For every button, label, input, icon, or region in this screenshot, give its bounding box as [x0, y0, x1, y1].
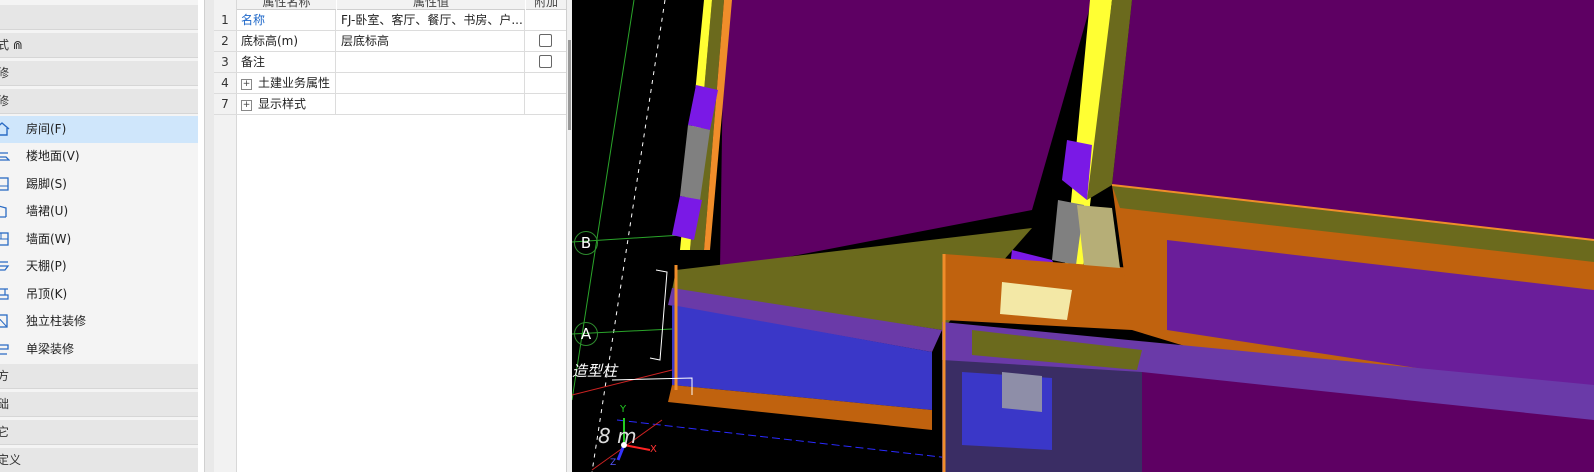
axis-label-a[interactable]: A	[574, 322, 598, 346]
tree-group-header[interactable]: 方	[0, 364, 198, 389]
column-finish-icon	[0, 314, 8, 328]
tree-group-header[interactable]: 式 ⋒	[0, 33, 198, 58]
component-label: 造型柱	[572, 362, 618, 380]
property-value-input[interactable]: FJ-卧室、客厅、餐厅、书房、户...	[337, 10, 525, 30]
skirting-icon	[0, 177, 9, 191]
extra-cell	[526, 94, 566, 114]
gizmo-z-label: Z	[610, 458, 617, 468]
tree-group-decoration[interactable]: 修	[0, 89, 198, 114]
axis-label-b[interactable]: B	[574, 231, 598, 255]
tree-item-room[interactable]: 房间(F)	[0, 116, 198, 143]
extra-cell	[526, 10, 566, 30]
row-number: 3	[214, 52, 237, 72]
tree-item-label: 房间(F)	[26, 122, 67, 136]
table-row[interactable]: 7 + 显示样式	[214, 94, 566, 115]
wall-surface-icon	[0, 232, 9, 246]
row-number: 7	[214, 94, 237, 114]
extra-cell	[526, 73, 566, 93]
tree-item-suspended-ceiling[interactable]: 吊顶(K)	[0, 281, 198, 308]
tree-item-skirting[interactable]: 踢脚(S)	[0, 171, 198, 198]
property-name[interactable]: 名称	[237, 10, 336, 30]
junction-face	[1077, 205, 1120, 268]
gizmo-x-label: X	[650, 444, 657, 455]
tree-item-wall-surface[interactable]: 墙面(W)	[0, 226, 198, 253]
dado-icon	[0, 205, 7, 218]
tree-group-header[interactable]: 定义	[0, 448, 198, 472]
expand-icon[interactable]: +	[241, 100, 252, 111]
tree-item-label: 墙面(W)	[26, 232, 72, 246]
panel-splitter[interactable]	[204, 0, 214, 472]
grid-line	[591, 0, 666, 472]
column-violet	[1062, 140, 1092, 200]
tree-item-ceiling[interactable]: 天棚(P)	[0, 253, 198, 280]
header-extra[interactable]: 附加	[526, 0, 566, 10]
floor-icon	[0, 152, 10, 161]
3d-viewport[interactable]: B A 造型柱 8 m Y X Z	[572, 0, 1594, 472]
tree-group-header[interactable]: 它	[0, 420, 198, 445]
extra-checkbox[interactable]	[539, 34, 552, 47]
property-value-input[interactable]: 层底标高	[337, 31, 525, 51]
property-group[interactable]: + 显示样式	[237, 94, 336, 114]
tree-group-header[interactable]: 修	[0, 61, 198, 86]
tree-item-label: 墙裙(U)	[26, 204, 69, 218]
header-property-value[interactable]: 属性值	[337, 0, 525, 10]
table-row[interactable]: 2 底标高(m) 层底标高	[214, 31, 566, 52]
extra-checkbox[interactable]	[539, 55, 552, 68]
tree-item-label: 单梁装修	[26, 342, 75, 356]
gizmo-y-label: Y	[620, 404, 627, 415]
property-group-label: 显示样式	[258, 97, 307, 111]
tree-item-label: 吊顶(K)	[26, 287, 68, 301]
tree-item-label: 楼地面(V)	[26, 149, 80, 163]
model-render	[572, 0, 1594, 472]
tree-item-floor[interactable]: 楼地面(V)	[0, 143, 198, 170]
room-icon	[0, 122, 10, 136]
suspended-ceiling-icon	[0, 288, 9, 300]
scale-text: 8 m	[598, 424, 637, 448]
tree-item-label: 独立柱装修	[26, 314, 87, 328]
table-row[interactable]: 1 名称 FJ-卧室、客厅、餐厅、书房、户...	[214, 10, 566, 31]
property-grid: 属性名称 属性值 附加 1 名称 FJ-卧室、客厅、餐厅、书房、户... 2 底…	[214, 0, 566, 472]
table-row[interactable]: 3 备注	[214, 52, 566, 73]
tree-group-header[interactable]	[0, 5, 198, 30]
property-value-input	[337, 73, 525, 93]
ceiling-icon	[0, 261, 10, 271]
property-group-label: 土建业务属性	[258, 76, 331, 90]
outline	[649, 269, 668, 361]
beam-finish-icon	[0, 344, 9, 355]
expand-icon[interactable]: +	[241, 79, 252, 90]
room-floor	[720, 0, 1092, 270]
row-number: 2	[214, 31, 237, 51]
header-property-name[interactable]: 属性名称	[237, 0, 336, 10]
extra-cell	[526, 52, 566, 72]
property-value-input[interactable]	[337, 52, 525, 72]
row-number: 4	[214, 73, 237, 93]
tree-group-header[interactable]: 础	[0, 392, 198, 417]
property-group[interactable]: + 土建业务属性	[237, 73, 336, 93]
tree-item-label: 踢脚(S)	[26, 177, 67, 191]
tree-item-dado[interactable]: 墙裙(U)	[0, 198, 198, 225]
property-name: 备注	[237, 52, 336, 72]
extra-cell	[526, 31, 566, 51]
tree-item-beam-finish[interactable]: 单梁装修	[0, 336, 198, 363]
row-number: 1	[214, 10, 237, 30]
tree-item-label: 天棚(P)	[26, 259, 67, 273]
splitter-grip[interactable]	[568, 40, 571, 130]
component-tree: 式 ⋒ 修 修 房间(F) 楼地面(V) 踢脚(S) 墙裙(U) 墙面(W) 天…	[0, 0, 198, 472]
window-glass	[1002, 372, 1042, 412]
table-row[interactable]: 4 + 土建业务属性	[214, 73, 566, 94]
tree-item-column-finish[interactable]: 独立柱装修	[0, 308, 198, 335]
property-name: 底标高(m)	[237, 31, 336, 51]
property-value-input	[337, 94, 525, 114]
